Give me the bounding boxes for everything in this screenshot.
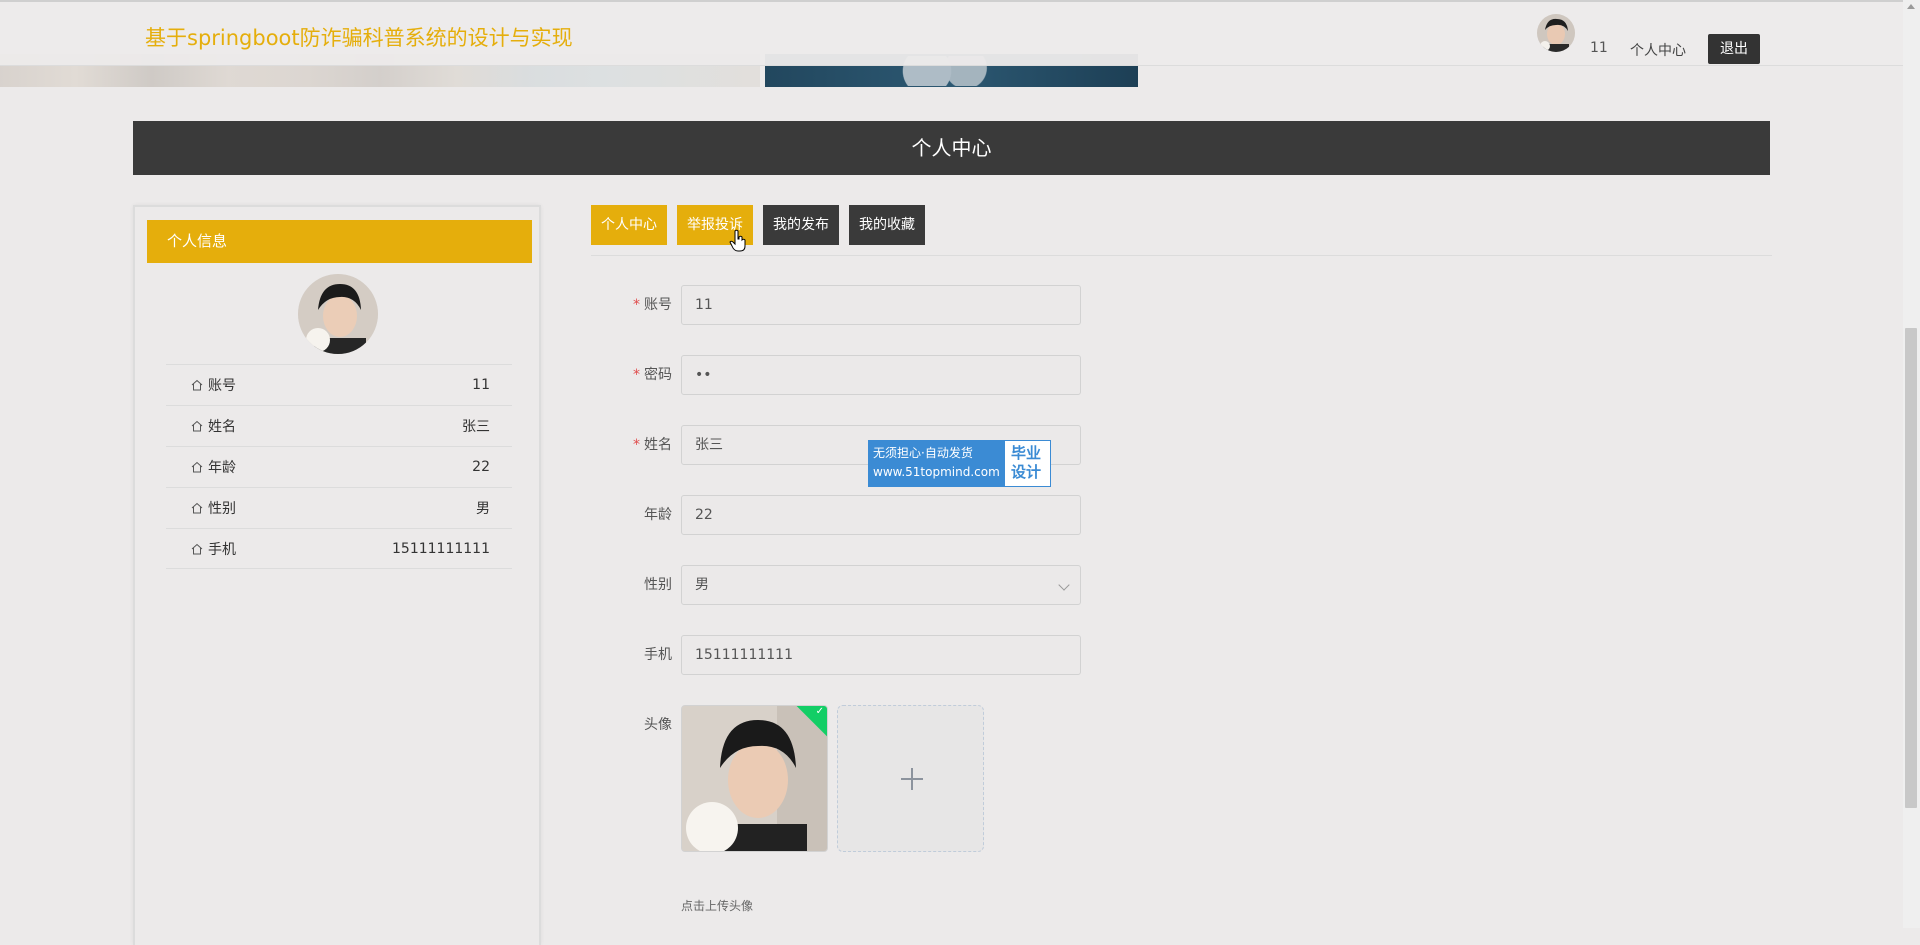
tab-my-posts[interactable]: 我的发布	[763, 205, 839, 245]
password-label: * 密码	[633, 367, 672, 383]
avatar-photo-icon	[298, 274, 378, 354]
info-row-account: 账号 11	[166, 364, 512, 405]
info-row-age: 年龄 22	[166, 446, 512, 487]
chevron-down-icon	[1058, 579, 1070, 591]
phone-field[interactable]: 15111111111	[681, 635, 1081, 675]
home-icon	[191, 502, 203, 514]
watermark-side2: 设计	[1011, 463, 1042, 481]
info-row-name: 姓名 张三	[166, 405, 512, 446]
info-label: 年龄	[208, 460, 236, 476]
header-center-link[interactable]: 个人中心	[1630, 40, 1686, 60]
hand-cursor-icon	[729, 229, 746, 252]
info-label: 账号	[208, 378, 236, 394]
upload-tip: 点击上传头像	[681, 899, 754, 913]
scroll-thumb[interactable]	[1905, 328, 1917, 808]
info-label: 性别	[208, 501, 236, 517]
info-label: 姓名	[208, 419, 236, 435]
home-icon	[191, 379, 203, 391]
info-value: 11	[472, 377, 490, 393]
home-icon	[191, 420, 203, 432]
site-title[interactable]: 基于springboot防诈骗科普系统的设计与实现	[145, 22, 573, 52]
check-icon: ✓	[815, 706, 824, 717]
watermark-side: 毕业 设计	[1005, 441, 1050, 486]
watermark-text: 无须担心·自动发货 www.51topmind.com	[869, 441, 1005, 486]
tabs-divider	[591, 255, 1772, 256]
avatar-photo-icon	[682, 706, 827, 851]
account-field[interactable]: 11	[681, 285, 1081, 325]
form-row-age: 年龄 22	[600, 495, 1200, 535]
profile-avatar	[298, 274, 378, 354]
uploaded-avatar[interactable]: ✓	[681, 705, 828, 852]
gender-label: 性别	[644, 577, 672, 593]
profile-card-title: 个人信息	[147, 220, 532, 263]
section-title-bar: 个人中心	[133, 121, 1770, 175]
info-value: 张三	[462, 419, 490, 435]
header-username: 11	[1590, 40, 1608, 56]
plus-icon	[901, 768, 923, 790]
age-label: 年龄	[644, 507, 672, 523]
top-header: 基于springboot防诈骗科普系统的设计与实现 11 个人中心 退出	[0, 0, 1920, 66]
watermark-line2: www.51topmind.com	[873, 465, 1000, 479]
info-row-phone: 手机 15111111111	[166, 528, 512, 569]
tab-personal-center[interactable]: 个人中心	[591, 205, 667, 245]
account-label: * 账号	[633, 297, 672, 313]
header-avatar[interactable]	[1537, 14, 1575, 52]
phone-label: 手机	[644, 647, 672, 663]
age-field[interactable]: 22	[681, 495, 1081, 535]
form-row-account: * 账号 11	[600, 285, 1200, 325]
page-scrollbar[interactable]	[1903, 0, 1920, 928]
info-value: 15111111111	[392, 540, 490, 557]
profile-card: 个人信息 账号 11 姓名 张三 年龄 22 性别 男 手机 151111111…	[133, 205, 541, 945]
home-icon	[191, 543, 203, 554]
info-value: 男	[476, 501, 490, 517]
gender-select[interactable]: 男	[681, 565, 1081, 605]
gender-value: 男	[695, 577, 709, 593]
form-row-avatar: 头像 ✓	[600, 705, 1200, 865]
tab-my-favorites[interactable]: 我的收藏	[849, 205, 925, 245]
password-field[interactable]: ••	[681, 355, 1081, 395]
watermark-badge: 无须担心·自动发货 www.51topmind.com 毕业 设计	[868, 440, 1051, 487]
avatar-label: 头像	[644, 717, 672, 733]
info-row-gender: 性别 男	[166, 487, 512, 528]
scroll-up-icon[interactable]	[1907, 4, 1915, 9]
info-value: 22	[472, 459, 490, 475]
avatar-photo-icon	[1537, 14, 1575, 52]
watermark-side1: 毕业	[1011, 444, 1042, 462]
form-row-phone: 手机 15111111111	[600, 635, 1200, 675]
avatar-upload-button[interactable]	[837, 705, 984, 852]
logout-button[interactable]: 退出	[1708, 34, 1760, 64]
watermark-line1: 无须担心·自动发货	[873, 446, 973, 460]
name-label: * 姓名	[633, 437, 672, 453]
profile-info-list: 账号 11 姓名 张三 年龄 22 性别 男 手机 15111111111	[166, 364, 512, 569]
home-icon	[191, 461, 203, 473]
form-row-password: * 密码 ••	[600, 355, 1200, 395]
info-label: 手机	[208, 541, 236, 558]
profile-tabs: 个人中心 举报投诉 我的发布 我的收藏	[591, 205, 925, 245]
form-row-gender: 性别 男	[600, 565, 1200, 605]
